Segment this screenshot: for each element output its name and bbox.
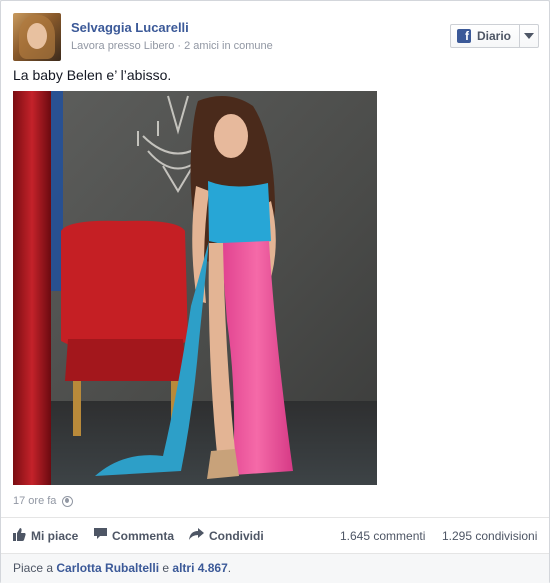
- like-button[interactable]: Mi piace: [13, 528, 78, 544]
- likes-summary: Piace a Carlotta Rubaltelli e altri 4.86…: [1, 553, 549, 583]
- liker-name[interactable]: Carlotta Rubaltelli: [56, 561, 159, 575]
- share-icon: [189, 528, 204, 543]
- action-bar: Mi piace Commenta Condividi 1.645 commen…: [1, 517, 549, 553]
- post-text: La baby Belen e’ l’abisso.: [13, 67, 172, 83]
- share-button[interactable]: Condividi: [189, 528, 264, 543]
- globe-icon: [62, 495, 74, 507]
- post-header: Selvaggia Lucarelli Lavora presso Libero…: [13, 13, 539, 61]
- likes-middle: e: [159, 561, 173, 575]
- diario-label: Diario: [476, 29, 511, 43]
- post-timestamp: 17 ore fa: [13, 495, 74, 507]
- author-subtitle: Lavora presso Libero · 2 amici in comune: [71, 40, 273, 52]
- avatar[interactable]: [13, 13, 61, 61]
- comment-icon: [94, 528, 107, 543]
- likes-prefix: Piace a: [13, 561, 57, 575]
- comments-count[interactable]: 1.645 commenti: [340, 529, 425, 543]
- chevron-down-icon: [524, 33, 534, 39]
- post-card: Selvaggia Lucarelli Lavora presso Libero…: [0, 0, 550, 583]
- diario-dropdown[interactable]: [520, 25, 538, 47]
- likes-others[interactable]: altri 4.867: [172, 561, 227, 575]
- likes-suffix: .: [227, 561, 232, 575]
- timestamp-text[interactable]: 17 ore fa: [13, 495, 56, 507]
- comment-label: Commenta: [112, 528, 175, 543]
- comment-button[interactable]: Commenta: [94, 528, 174, 543]
- shares-count[interactable]: 1.295 condivisioni: [442, 529, 537, 543]
- post-photo[interactable]: [13, 91, 377, 485]
- diario-button-main[interactable]: f Diario: [451, 25, 520, 47]
- facebook-icon: f: [456, 29, 471, 43]
- share-label: Condividi: [209, 528, 264, 543]
- photo-image: [13, 91, 377, 485]
- author-name[interactable]: Selvaggia Lucarelli: [71, 20, 189, 35]
- thumbs-up-icon: [13, 528, 26, 544]
- diario-button[interactable]: f Diario: [449, 24, 539, 48]
- like-label: Mi piace: [31, 529, 79, 543]
